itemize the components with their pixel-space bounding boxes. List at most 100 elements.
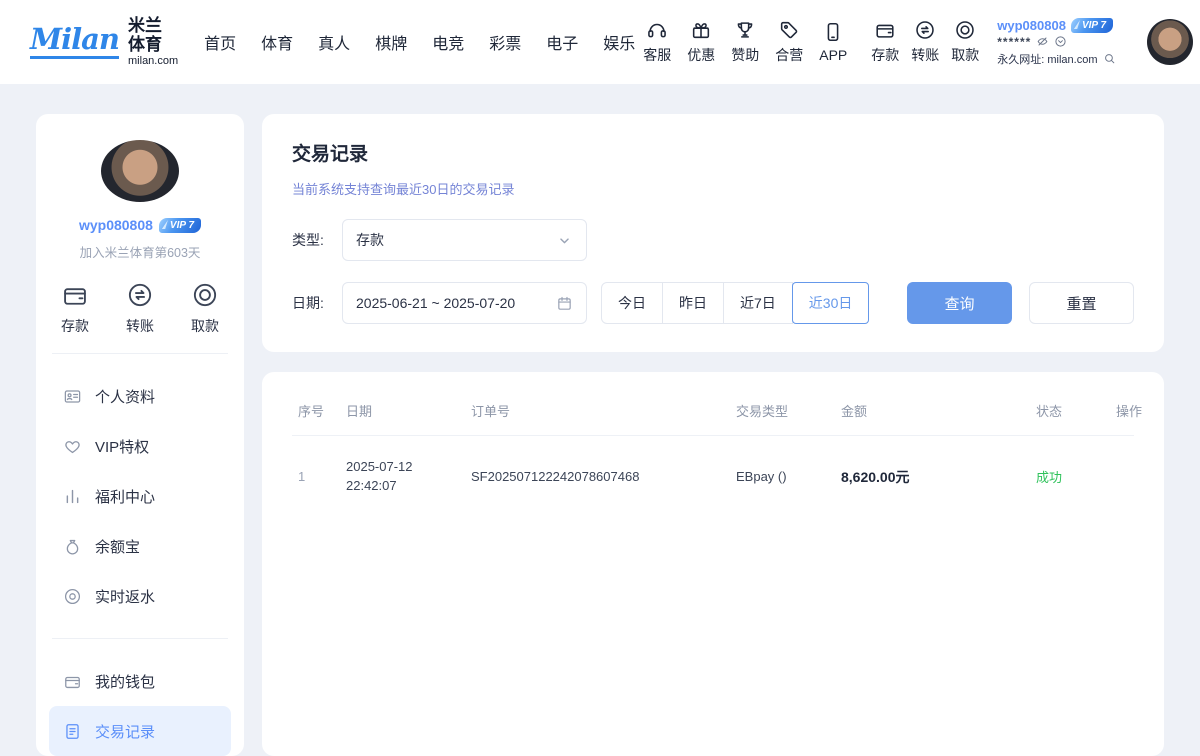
status-badge: 成功 (1030, 436, 1110, 518)
nav-deposit[interactable]: 存款 (865, 19, 905, 65)
main-menu: 首页 体育 真人 棋牌 电竞 彩票 电子 娱乐 (204, 30, 635, 54)
sidebar-item-label: VIP特权 (95, 436, 149, 457)
eye-off-icon[interactable] (1036, 35, 1049, 48)
user-block[interactable]: wyp080808 VIP 7 ****** 永久网址: milan.com (997, 18, 1135, 67)
quick-action-label: 取款 (191, 316, 219, 336)
masked-balance: ****** (997, 35, 1031, 49)
type-select-value: 存款 (356, 230, 384, 250)
menu-item-home[interactable]: 首页 (204, 30, 236, 54)
search-button[interactable]: 查询 (907, 282, 1012, 324)
transfer-icon (126, 281, 154, 309)
sidebar-username: wyp080808 (79, 217, 153, 233)
menu-item-lottery[interactable]: 彩票 (489, 30, 521, 54)
type-select[interactable]: 存款 (342, 219, 587, 261)
moneybag-icon (63, 537, 82, 556)
nav-app[interactable]: APP (811, 21, 855, 63)
divider (52, 638, 228, 639)
username: wyp080808 (997, 18, 1066, 33)
magnifier-icon[interactable] (1103, 52, 1116, 65)
tag-icon (778, 19, 800, 41)
logo[interactable]: Milan 米兰体育 milan.com (30, 17, 178, 66)
chevron-circle-icon[interactable] (1054, 35, 1067, 48)
sidebar-quick-actions: 存款 转账 取款 (49, 281, 231, 336)
sidebar-item-rebate[interactable]: 实时返水 (49, 571, 231, 621)
nav-icon-label: 存款 (871, 45, 899, 65)
gift-icon (690, 19, 712, 41)
filter-card: 交易记录 当前系统支持查询最近30日的交易记录 类型: 存款 日期: 2025-… (262, 114, 1164, 352)
table-row: 1 2025-07-12 22:42:07 SF2025071222420786… (292, 436, 1134, 518)
document-icon (63, 722, 82, 741)
menu-item-esports[interactable]: 电竞 (432, 30, 464, 54)
col-header-no: 序号 (292, 380, 340, 436)
quick-action-label: 存款 (61, 316, 89, 336)
sidebar-item-label: 交易记录 (95, 721, 155, 742)
quick-action-withdraw[interactable]: 取款 (191, 281, 219, 336)
joined-days: 加入米兰体育第603天 (49, 242, 231, 261)
menu-item-chess[interactable]: 棋牌 (375, 30, 407, 54)
cell-action (1110, 436, 1134, 518)
nav-partner[interactable]: 合营 (767, 19, 811, 65)
wallet-icon (874, 19, 896, 41)
date-row: 日期: 2025-06-21 ~ 2025-07-20 今日 昨日 近7日 近3… (292, 282, 1134, 324)
nav-icon-label: 优惠 (687, 45, 715, 65)
sidebar-item-profile[interactable]: 个人资料 (49, 371, 231, 421)
wallet-group: 存款 转账 取款 (865, 19, 985, 65)
range-yesterday-button[interactable]: 昨日 (662, 282, 724, 324)
sidebar-item-label: 余额宝 (95, 536, 140, 557)
quick-action-deposit[interactable]: 存款 (61, 281, 89, 336)
table-header-row: 序号 日期 订单号 交易类型 金额 状态 操作 (292, 380, 1134, 436)
cell-type: EBpay () (730, 436, 835, 518)
headset-icon (646, 19, 668, 41)
user-avatar[interactable] (1147, 19, 1193, 65)
nav-icon-label: 合营 (775, 45, 803, 65)
quick-action-transfer[interactable]: 转账 (126, 281, 154, 336)
menu-item-sports[interactable]: 体育 (261, 30, 293, 54)
menu-item-entertainment[interactable]: 娱乐 (603, 30, 635, 54)
wallet-icon (61, 281, 89, 309)
sidebar-item-label: 实时返水 (95, 586, 155, 607)
sidebar-item-welfare[interactable]: 福利中心 (49, 471, 231, 521)
withdraw-icon (191, 281, 219, 309)
nav-icon-label: 取款 (951, 45, 979, 65)
type-label: 类型: (292, 230, 342, 250)
withdraw-icon (954, 19, 976, 41)
sidebar-item-yuebao[interactable]: 余额宝 (49, 521, 231, 571)
logo-script: Milan (30, 25, 119, 59)
date-range-input[interactable]: 2025-06-21 ~ 2025-07-20 (342, 282, 587, 324)
date-range-value: 2025-06-21 ~ 2025-07-20 (356, 295, 515, 311)
logo-domain: milan.com (128, 55, 178, 67)
main-content: 交易记录 当前系统支持查询最近30日的交易记录 类型: 存款 日期: 2025-… (262, 114, 1164, 756)
nav-icon-label: APP (819, 47, 847, 63)
col-header-type: 交易类型 (730, 380, 835, 436)
cell-date: 2025-07-12 22:42:07 (340, 436, 465, 518)
transactions-card: 序号 日期 订单号 交易类型 金额 状态 操作 1 2025-07-12 (262, 372, 1164, 756)
nav-service[interactable]: 客服 (635, 19, 679, 65)
range-7days-button[interactable]: 近7日 (723, 282, 793, 324)
sidebar-item-vip[interactable]: VIP特权 (49, 421, 231, 471)
quick-action-label: 转账 (126, 316, 154, 336)
sidebar-item-label: 福利中心 (95, 486, 155, 507)
top-navbar: Milan 米兰体育 milan.com 首页 体育 真人 棋牌 电竞 彩票 电… (0, 0, 1200, 84)
nav-withdraw[interactable]: 取款 (945, 19, 985, 65)
reset-button[interactable]: 重置 (1029, 282, 1134, 324)
nav-sponsor[interactable]: 赞助 (723, 19, 767, 65)
transactions-table: 序号 日期 订单号 交易类型 金额 状态 操作 1 2025-07-12 (292, 380, 1134, 518)
logo-cn: 米兰体育 (128, 17, 178, 54)
sidebar-item-label: 个人资料 (95, 386, 155, 407)
page-title: 交易记录 (292, 139, 1134, 166)
permanent-url: 永久网址: milan.com (997, 51, 1097, 67)
nav-transfer[interactable]: 转账 (905, 19, 945, 65)
sidebar-item-transactions[interactable]: 交易记录 (49, 706, 231, 756)
nav-promo[interactable]: 优惠 (679, 19, 723, 65)
menu-item-slots[interactable]: 电子 (546, 30, 578, 54)
range-30days-button[interactable]: 近30日 (792, 282, 870, 324)
col-header-status: 状态 (1030, 380, 1110, 436)
sidebar-item-wallet[interactable]: 我的钱包 (49, 656, 231, 706)
menu-item-live[interactable]: 真人 (318, 30, 350, 54)
id-card-icon (63, 387, 82, 406)
trophy-icon (734, 19, 756, 41)
cell-amount: 8,620.00元 (835, 436, 1030, 518)
col-header-action: 操作 (1110, 380, 1134, 436)
nav-icon-label: 转账 (911, 45, 939, 65)
range-today-button[interactable]: 今日 (601, 282, 663, 324)
